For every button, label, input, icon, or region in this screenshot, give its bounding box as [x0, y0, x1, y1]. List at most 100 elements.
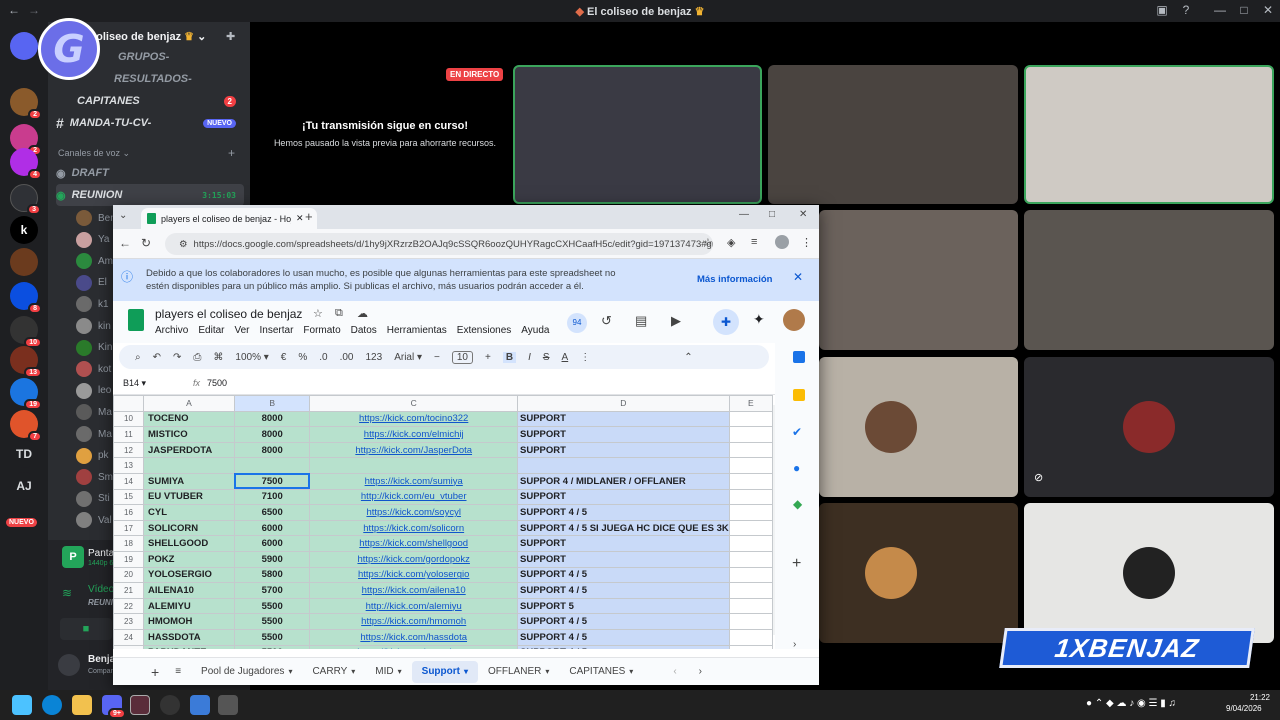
role-cell[interactable]: SUPPORT 4 / 5: [517, 644, 730, 649]
mmr-cell[interactable]: 5900: [233, 550, 311, 568]
server-icon-td[interactable]: TD: [10, 440, 38, 468]
empty-cell[interactable]: [728, 566, 773, 584]
select-all-corner[interactable]: [113, 395, 145, 412]
role-cell[interactable]: SUPPORT: [517, 550, 730, 568]
player-name-cell[interactable]: SUMIYA: [143, 472, 235, 490]
server-icon-aj[interactable]: AJ: [10, 472, 38, 500]
channel-capitanes[interactable]: CAPITANES 2: [56, 90, 244, 112]
browser-tab[interactable]: players el coliseo de benjaz - Hoja ✕: [141, 208, 317, 229]
empty-cell[interactable]: [728, 597, 773, 615]
sheet-tab[interactable]: Pool de Jugadores ▾: [191, 661, 302, 683]
video-tile-8[interactable]: [819, 503, 1018, 643]
mmr-cell[interactable]: 7100: [233, 488, 311, 506]
clock-time[interactable]: 21:22: [1242, 693, 1270, 702]
empty-cell[interactable]: [728, 644, 773, 649]
decrease-decimal-icon[interactable]: .0: [319, 352, 327, 363]
video-tile-6[interactable]: [819, 357, 1018, 497]
minimize-icon[interactable]: —: [739, 209, 749, 220]
voice-member[interactable]: El: [76, 273, 107, 293]
text-color-button[interactable]: A: [562, 352, 569, 363]
row-number[interactable]: 14: [113, 472, 145, 490]
row-number[interactable]: 24: [113, 628, 145, 646]
steam-icon[interactable]: [130, 695, 150, 715]
sheet-title[interactable]: players el coliseo de benjaz: [155, 307, 302, 321]
server-icon-k[interactable]: k: [10, 216, 38, 244]
empty-cell[interactable]: [728, 582, 773, 599]
app-icon-obs[interactable]: [160, 695, 180, 715]
calendar-icon[interactable]: [793, 351, 805, 363]
role-cell[interactable]: SUPPORT 4 / 5: [517, 504, 730, 521]
row-number[interactable]: 13: [113, 457, 145, 474]
menu-item-ayuda[interactable]: Ayuda: [521, 325, 549, 336]
collaborators-count[interactable]: 94: [567, 313, 587, 333]
font-size-input[interactable]: 10: [451, 350, 473, 364]
voice-member[interactable]: kot: [76, 359, 111, 379]
kick-link-cell[interactable]: https://kick.com/soycyl: [309, 504, 519, 521]
column-header-b[interactable]: B: [233, 395, 311, 412]
player-name-cell[interactable]: SOLICORN: [143, 519, 235, 537]
player-name-cell[interactable]: AILENA10: [143, 582, 235, 599]
voice-member[interactable]: pk: [76, 446, 109, 466]
app-icon-notes[interactable]: [190, 695, 210, 715]
row-number[interactable]: 16: [113, 504, 145, 521]
meet-icon[interactable]: ▶: [671, 313, 681, 329]
server-icon-5[interactable]: 3: [10, 184, 41, 215]
row-number[interactable]: 20: [113, 566, 145, 584]
gemini-icon[interactable]: ✦: [753, 311, 765, 328]
more-info-link[interactable]: Más información: [697, 273, 773, 286]
server-icon-7[interactable]: 8: [10, 282, 42, 314]
contacts-icon[interactable]: ●: [793, 461, 800, 475]
voice-member[interactable]: Kin: [76, 338, 112, 358]
star-icon[interactable]: ☆: [313, 307, 323, 320]
number-format-button[interactable]: 123: [366, 352, 383, 363]
voice-member[interactable]: Am: [76, 251, 113, 271]
start-icon[interactable]: [12, 695, 32, 715]
mmr-cell[interactable]: 5700: [233, 582, 311, 599]
font-select[interactable]: Arial ▾: [394, 352, 422, 363]
sheet-grid[interactable]: A B C D E 10 TOCENO 8000 https://kick.com/t…: [113, 395, 773, 649]
voice-category[interactable]: Canales de voz ⌄: [58, 148, 130, 159]
kick-link-cell[interactable]: https://kick.com/tocino322: [309, 410, 519, 428]
player-name-cell[interactable]: HMOMOH: [143, 613, 235, 630]
sheet-tab[interactable]: CAPITANES ▾: [559, 661, 643, 683]
empty-cell[interactable]: [728, 519, 773, 537]
mmr-cell[interactable]: 8000: [233, 441, 311, 459]
avatar[interactable]: [783, 309, 805, 331]
voice-member[interactable]: Ma: [76, 402, 112, 422]
mmr-cell[interactable]: 8000: [233, 426, 311, 443]
server-icon-8[interactable]: 10: [10, 316, 42, 348]
player-name-cell[interactable]: TOCENO: [143, 410, 235, 428]
row-number[interactable]: 23: [113, 613, 145, 630]
mmr-cell[interactable]: 5500: [233, 613, 311, 630]
calculator-icon[interactable]: [218, 695, 238, 715]
row-number[interactable]: 12: [113, 441, 145, 459]
font-size-increase[interactable]: +: [485, 352, 491, 363]
server-icon-10[interactable]: 19: [10, 378, 42, 410]
mmr-cell[interactable]: 5500: [233, 644, 311, 649]
add-addon-icon[interactable]: +: [792, 555, 801, 573]
sheets-logo-icon[interactable]: [128, 309, 144, 331]
percent-format-button[interactable]: %: [298, 352, 307, 363]
kick-link-cell[interactable]: https://kick.com/elmichij: [309, 426, 519, 443]
kick-link-cell[interactable]: http://kick.com/eu_vtuber: [309, 488, 519, 506]
channel-draft[interactable]: ◉ DRAFT: [56, 162, 244, 184]
expand-panel-icon[interactable]: ›: [793, 639, 796, 650]
kick-link-cell[interactable]: https://kick.com/yolosergio: [309, 566, 519, 584]
row-number[interactable]: 11: [113, 426, 145, 443]
player-name-cell[interactable]: HASSDOTA: [143, 628, 235, 646]
video-tile-9[interactable]: [1024, 503, 1274, 643]
empty-cell[interactable]: [728, 488, 773, 506]
scroll-tabs-left-icon[interactable]: ‹: [673, 666, 676, 677]
strikethrough-button[interactable]: S: [543, 352, 550, 363]
sheet-tab[interactable]: MID ▾: [365, 661, 411, 683]
search-icon[interactable]: ⌕: [135, 352, 141, 363]
voice-member[interactable]: kin: [76, 316, 111, 336]
player-name-cell[interactable]: ALEMIYU: [143, 597, 235, 615]
channel-reunion[interactable]: ◉ REUNION 3:15:03: [56, 184, 244, 206]
sheet-tab[interactable]: Support ▾: [411, 660, 478, 683]
player-name-cell[interactable]: EU VTUBER: [143, 488, 235, 506]
row-number[interactable]: 21: [113, 582, 145, 599]
role-cell[interactable]: SUPPORT 5: [517, 597, 730, 615]
role-cell[interactable]: SUPPORT: [517, 535, 730, 552]
voice-member[interactable]: k1: [76, 294, 109, 314]
